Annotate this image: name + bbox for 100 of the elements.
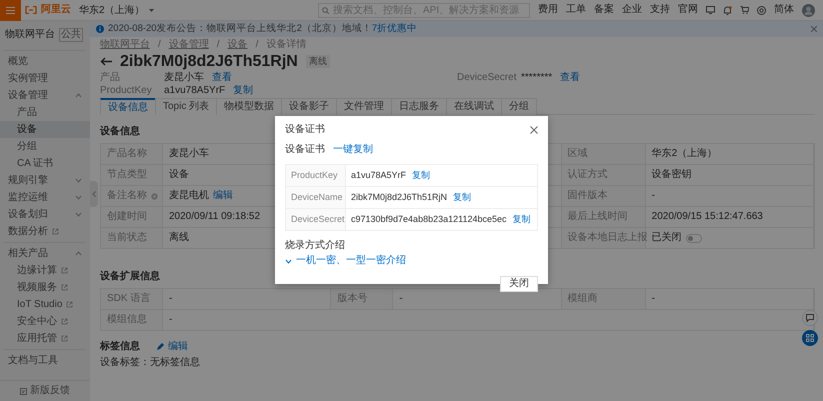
breadcrumb-separator: / [256, 39, 258, 51]
chevron-icon [75, 195, 82, 200]
logo-text: 阿里云 [41, 4, 71, 16]
tab[interactable]: 分组 [501, 98, 538, 115]
external-link-icon [61, 335, 68, 342]
top-nav-link[interactable]: 备案 [594, 4, 614, 16]
action-link[interactable]: 查看 [212, 72, 232, 84]
intro-link[interactable]: 一机一密、一型一密介绍 [285, 255, 406, 267]
chat-icon [806, 314, 814, 322]
field-value: 设备密钥 [652, 169, 692, 181]
external-link-icon [61, 284, 68, 291]
field-label: DeviceName [291, 192, 343, 203]
tab[interactable]: 文件管理 [336, 98, 392, 115]
field-value: - [169, 314, 172, 326]
field-label: 模组商 [568, 293, 598, 305]
edit-link[interactable]: 编辑 [213, 190, 233, 202]
field-value: 麦昆小车 [164, 72, 204, 84]
sidebar-group[interactable]: 规则引擎 [0, 172, 90, 189]
sidebar-item[interactable]: 应用托管 [0, 330, 90, 347]
sidebar-group[interactable]: 设备管理 [0, 87, 90, 104]
field-value: 无标签信息 [150, 357, 200, 369]
avatar-icon[interactable] [802, 4, 815, 16]
breadcrumb-link[interactable]: 设备管理 [168, 39, 209, 51]
help-icon[interactable] [757, 6, 766, 14]
field-label: 节点类型 [107, 169, 147, 181]
sidebar-group[interactable]: 监控运维 [0, 189, 90, 206]
field-value: 已关闭 [652, 232, 682, 244]
top-nav-link[interactable]: 官网 [678, 4, 698, 16]
sidebar-item[interactable]: CA 证书 [0, 155, 90, 172]
sidebar-item[interactable]: 安全中心 [0, 313, 90, 330]
field-label: 认证方式 [568, 169, 608, 181]
monitor-icon[interactable] [706, 6, 715, 14]
close-icon[interactable] [530, 126, 538, 134]
notice-text: 2020-08-20发布公告：物联网平台上线华北2（北京）地域！7折优惠中 [108, 23, 418, 35]
notice-link[interactable]: 7折优惠中 [372, 23, 418, 34]
status-tag: 离线 [306, 55, 330, 68]
language-link[interactable]: 简体 [774, 4, 794, 16]
sidebar-item[interactable]: IoT Studio [0, 296, 90, 313]
field-value: a1vu78A5YrF [164, 85, 226, 97]
copy-link[interactable]: 复制 [453, 192, 472, 203]
tab[interactable]: Topic 列表 [155, 98, 218, 115]
sidebar-item[interactable]: 边缘计算 [0, 262, 90, 279]
sidebar-group[interactable]: 设备划归 [0, 206, 90, 223]
top-nav-link[interactable]: 支持 [650, 4, 670, 16]
copy-link[interactable]: 复制 [512, 214, 530, 225]
sidebar-item[interactable]: 概览 [0, 53, 90, 70]
device-title: 2ibk7M0j8d2J6Th51RjN [120, 52, 298, 72]
close-button[interactable]: 关闭 [500, 276, 538, 292]
back-arrow-icon[interactable] [100, 57, 112, 66]
pencil-icon [156, 343, 164, 351]
toggle-switch[interactable] [686, 234, 702, 242]
region-dropdown[interactable]: 华东2（上海） [79, 2, 154, 18]
field-label: 区域 [568, 148, 588, 160]
field-label: 模组信息 [107, 314, 147, 326]
cart-icon[interactable] [740, 6, 749, 14]
menu-button[interactable] [0, 0, 21, 20]
apps-button[interactable] [802, 330, 818, 346]
sidebar-item[interactable]: 文档与工具 [0, 352, 90, 369]
sidebar-item[interactable]: 产品 [0, 104, 90, 121]
edit-link[interactable]: 编辑 [156, 341, 188, 353]
breadcrumb-link[interactable]: 设备 [228, 39, 248, 51]
sidebar-item[interactable]: 数据分析 [0, 223, 90, 240]
tab[interactable]: 物模型数据 [216, 98, 282, 115]
sidebar-item[interactable]: 分组 [0, 138, 90, 155]
section-title: 标签信息 [100, 341, 140, 353]
section-title: 设备扩展信息 [100, 271, 160, 283]
sidebar-group[interactable]: 相关产品 [0, 245, 90, 262]
bell-icon[interactable] [723, 6, 732, 14]
action-link[interactable]: 查看 [560, 72, 580, 84]
sidebar-item[interactable]: 实例管理 [0, 70, 90, 87]
top-nav-link[interactable]: 费用 [538, 4, 558, 16]
field-value: 华东2（上海） [652, 148, 718, 160]
top-nav-link[interactable]: 工单 [566, 4, 586, 16]
grid-icon [806, 334, 814, 342]
field-value: - [399, 293, 403, 305]
action-link[interactable]: 复制 [233, 85, 254, 97]
tab[interactable]: 在线调试 [446, 98, 502, 115]
copy-all-link[interactable]: 一键复制 [333, 144, 373, 156]
chat-button[interactable] [802, 310, 818, 326]
feedback-icon [20, 388, 27, 394]
section-title: 设备信息 [100, 126, 140, 138]
section-title: 烧录方式介绍 [285, 240, 346, 252]
chevron-left-icon [92, 191, 96, 197]
public-tag: 公共 [59, 28, 83, 42]
copy-link[interactable]: 复制 [412, 170, 430, 181]
tab[interactable]: 设备影子 [281, 98, 338, 115]
field-label: ProductKey [100, 85, 153, 97]
close-icon[interactable] [811, 26, 817, 32]
feedback-link[interactable]: 新版反馈 [0, 380, 90, 401]
dialog-title: 设备证书 [285, 124, 325, 136]
top-nav-link[interactable]: 企业 [622, 4, 642, 16]
chevron-icon [75, 212, 82, 217]
collapse-handle[interactable] [90, 181, 98, 207]
sidebar-item[interactable]: 视频服务 [0, 279, 90, 296]
field-label: SDK 语言 [107, 293, 150, 305]
sidebar-item[interactable]: 设备 [0, 121, 90, 138]
section-title: 设备证书 [285, 144, 325, 156]
breadcrumb-link[interactable]: 物联网平台 [100, 39, 150, 51]
tab[interactable]: 设备信息 [100, 98, 156, 115]
tab[interactable]: 日志服务 [391, 98, 448, 115]
